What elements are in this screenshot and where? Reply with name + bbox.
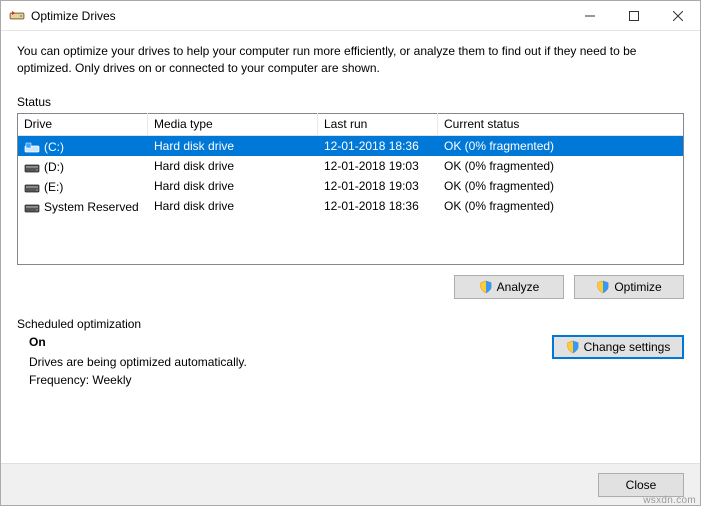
scheduled-state: On: [29, 335, 552, 349]
analyze-label: Analyze: [497, 280, 540, 294]
titlebar: Optimize Drives: [1, 1, 700, 31]
drive-name: (C:): [44, 139, 64, 153]
drive-lastrun: 12-01-2018 19:03: [318, 176, 438, 196]
table-row[interactable]: (E:) Hard disk drive 12-01-2018 19:03 OK…: [18, 176, 683, 196]
drive-status: OK (0% fragmented): [438, 176, 683, 196]
change-settings-label: Change settings: [584, 340, 671, 354]
drive-status: OK (0% fragmented): [438, 136, 683, 156]
drive-status: OK (0% fragmented): [438, 196, 683, 216]
maximize-button[interactable]: [612, 1, 656, 31]
drive-status: OK (0% fragmented): [438, 156, 683, 176]
analyze-button[interactable]: Analyze: [454, 275, 564, 299]
close-window-button[interactable]: [656, 1, 700, 31]
drive-lastrun: 12-01-2018 19:03: [318, 156, 438, 176]
col-header-drive[interactable]: Drive: [18, 113, 148, 135]
table-row[interactable]: System Reserved Hard disk drive 12-01-20…: [18, 196, 683, 216]
drive-media: Hard disk drive: [148, 196, 318, 216]
shield-icon: [479, 280, 493, 294]
shield-icon: [566, 340, 580, 354]
description-text: You can optimize your drives to help you…: [17, 43, 684, 77]
col-header-lastrun[interactable]: Last run: [318, 113, 438, 135]
shield-icon: [596, 280, 610, 294]
drive-media: Hard disk drive: [148, 176, 318, 196]
list-header[interactable]: Drive Media type Last run Current status: [18, 114, 683, 136]
col-header-status[interactable]: Current status: [438, 113, 683, 135]
scheduled-label: Scheduled optimization: [17, 317, 684, 331]
scheduled-desc: Drives are being optimized automatically…: [29, 355, 552, 369]
close-button[interactable]: Close: [598, 473, 684, 497]
drive-name: System Reserved: [44, 199, 139, 213]
footer: Close wsxdn.com: [1, 463, 700, 505]
window-title: Optimize Drives: [31, 9, 568, 23]
drive-name: (D:): [44, 159, 64, 173]
drive-icon: [24, 180, 40, 192]
drive-name: (E:): [44, 179, 63, 193]
scheduled-frequency: Frequency: Weekly: [29, 373, 552, 387]
drive-media: Hard disk drive: [148, 136, 318, 156]
drive-lastrun: 12-01-2018 18:36: [318, 196, 438, 216]
drive-icon: [24, 140, 40, 152]
drives-list[interactable]: Drive Media type Last run Current status…: [17, 113, 684, 265]
status-label: Status: [17, 95, 684, 109]
watermark: wsxdn.com: [643, 495, 696, 506]
optimize-button[interactable]: Optimize: [574, 275, 684, 299]
minimize-button[interactable]: [568, 1, 612, 31]
app-icon: [9, 8, 25, 24]
table-row[interactable]: (D:) Hard disk drive 12-01-2018 19:03 OK…: [18, 156, 683, 176]
drive-icon: [24, 200, 40, 212]
optimize-label: Optimize: [614, 280, 661, 294]
col-header-media[interactable]: Media type: [148, 113, 318, 135]
drive-lastrun: 12-01-2018 18:36: [318, 136, 438, 156]
drive-icon: [24, 160, 40, 172]
drive-media: Hard disk drive: [148, 156, 318, 176]
table-row[interactable]: (C:) Hard disk drive 12-01-2018 18:36 OK…: [18, 136, 683, 156]
change-settings-button[interactable]: Change settings: [552, 335, 684, 359]
close-label: Close: [626, 478, 657, 492]
